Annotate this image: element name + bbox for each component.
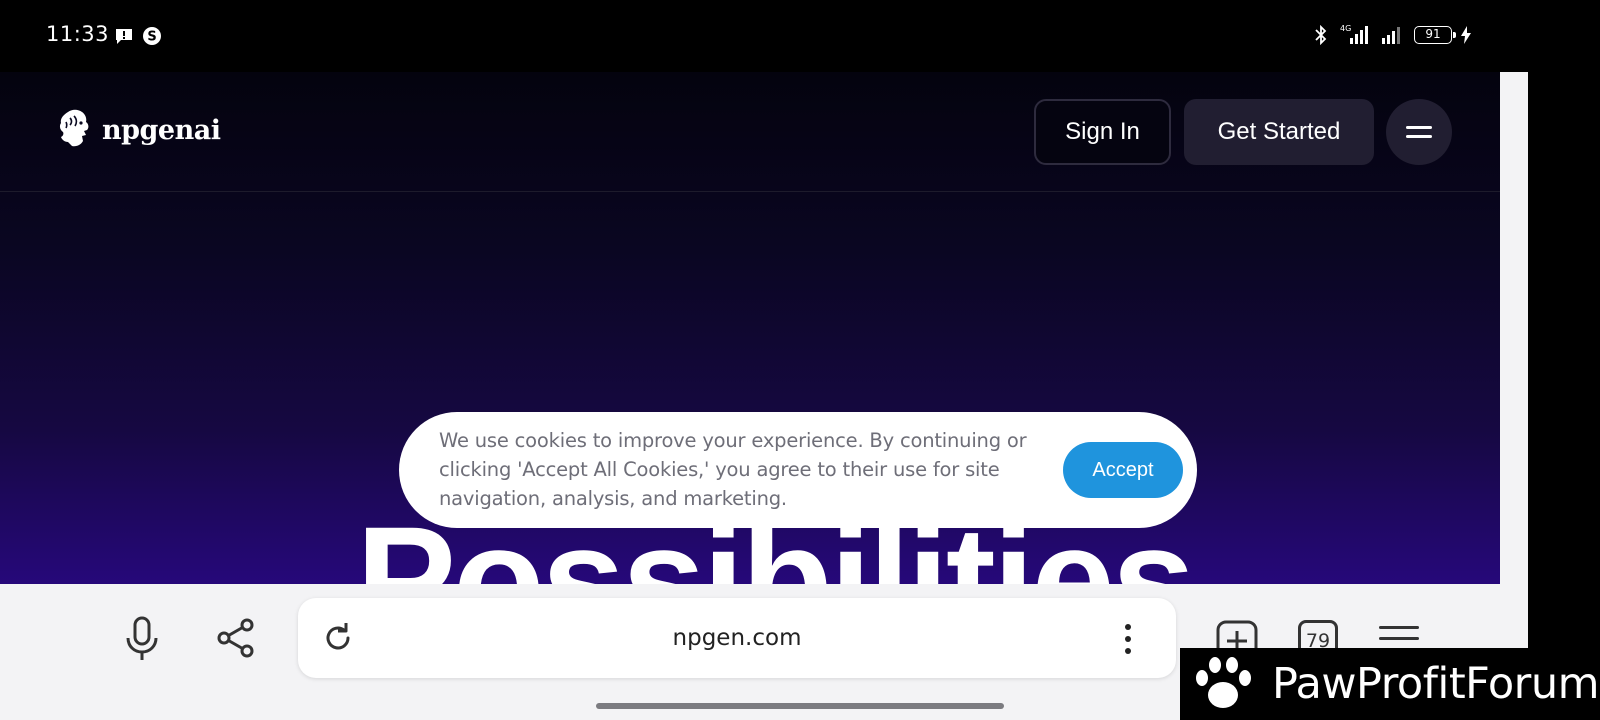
page-scrollbar[interactable] [1500,72,1528,584]
home-indicator[interactable] [596,703,1004,709]
bluetooth-icon [1315,25,1327,45]
svg-text:4G: 4G [1340,24,1351,33]
hamburger-menu-icon [1406,126,1432,138]
battery-indicator: 91 [1414,26,1456,44]
phone-screen: 11:33 S 4G 91 Possibilities npgenai Sign… [0,0,1600,720]
status-indicators: 4G 91 [1312,24,1472,46]
site-menu-button[interactable] [1386,99,1452,165]
watermark: PawProfitForum [1180,648,1600,720]
s-app-icon: S [143,27,161,45]
share-icon[interactable] [216,618,256,658]
logo-text: npgenai [102,114,221,146]
status-bar: 11:33 S 4G 91 [0,0,1600,72]
cookie-consent-banner: We use cookies to improve your experienc… [399,412,1197,528]
charging-icon [1461,26,1471,44]
watermark-text: PawProfitForum [1272,659,1600,709]
svg-text:S: S [147,30,156,45]
cookie-consent-text: We use cookies to improve your experienc… [439,429,1027,510]
url-text[interactable]: npgen.com [298,598,1176,678]
site-logo[interactable]: npgenai [54,108,221,152]
accept-cookies-button[interactable]: Accept [1063,442,1183,498]
get-started-button[interactable]: Get Started [1184,99,1374,165]
sign-in-button[interactable]: Sign In [1034,99,1171,165]
signal-4g-icon: 4G [1340,24,1368,44]
paw-print-icon [1196,657,1251,708]
site-header: npgenai Sign In Get Started [0,72,1500,192]
lion-head-logo-icon [59,109,89,147]
status-time: 11:33 [46,22,110,46]
address-bar[interactable]: npgen.com [298,598,1176,678]
signal-icon [1382,27,1400,44]
more-options-icon[interactable] [1122,622,1134,656]
microphone-icon[interactable] [124,616,160,662]
message-alert-icon [116,29,132,44]
